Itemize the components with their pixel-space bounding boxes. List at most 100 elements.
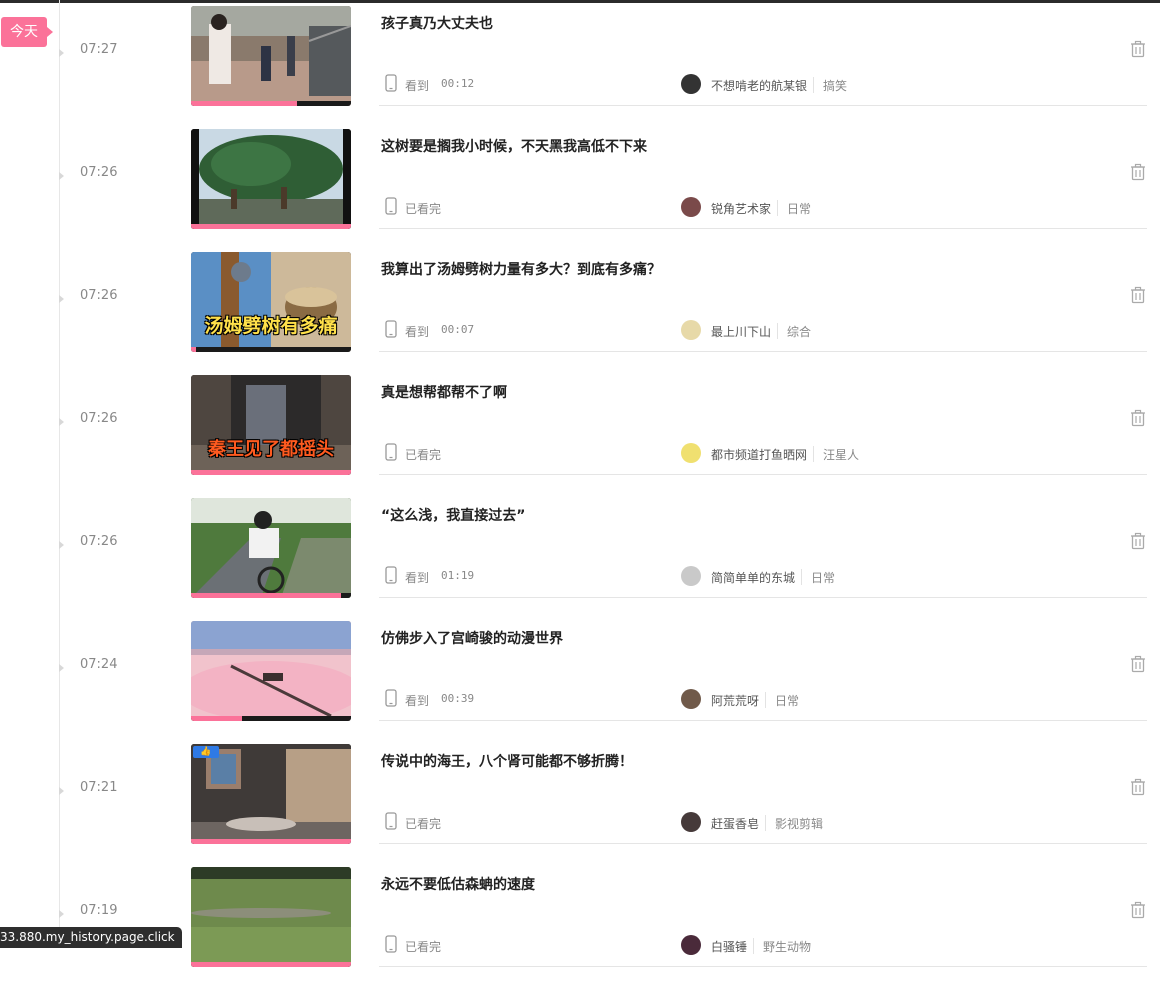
uploader-name[interactable]: 简简单单的东城 [711, 569, 795, 586]
meta-divider [813, 446, 814, 462]
video-title[interactable]: 真是想帮都帮不了啊 [381, 382, 507, 402]
timeline-dot [59, 295, 64, 303]
watch-status: 看到 [405, 79, 430, 93]
video-thumbnail[interactable] [191, 498, 351, 598]
watch-time: 07:27 [80, 42, 118, 57]
meta-divider [777, 323, 778, 339]
phone-icon [385, 812, 397, 834]
video-category[interactable]: 综合 [787, 323, 811, 340]
phone-icon [385, 320, 397, 342]
uploader-name[interactable]: 都市频道打鱼晒网 [711, 446, 807, 463]
video-title[interactable]: 孩子真乃大丈夫也 [381, 13, 493, 33]
video-title[interactable]: 永远不要低估森蚺的速度 [381, 874, 535, 894]
video-category[interactable]: 野生动物 [763, 938, 811, 955]
video-title[interactable]: “这么浅，我直接过去” [381, 505, 525, 525]
video-meta: 已看完 赶蛋香皂 影视剪辑 [381, 812, 1141, 832]
history-item[interactable]: 07:26 “这么浅，我直接过去” 看到 01:19 简简单单的东城 日常 [0, 492, 1160, 615]
video-title[interactable]: 传说中的海王，八个肾可能都不够折腾！ [381, 751, 633, 771]
uploader-name[interactable]: 白骚锤 [711, 938, 747, 955]
video-meta: 看到 00:39 阿荒荒呀 日常 [381, 689, 1141, 709]
trash-icon[interactable] [1129, 778, 1147, 796]
avatar[interactable] [681, 74, 701, 94]
avatar[interactable] [681, 935, 701, 955]
thumbnail-caption: 汤姆劈树有多痛 [204, 315, 338, 337]
video-category[interactable]: 影视剪辑 [775, 815, 823, 832]
video-thumbnail[interactable] [191, 867, 351, 967]
uploader-name[interactable]: 不想啃老的航某银 [711, 77, 807, 94]
meta-divider [801, 569, 802, 585]
video-category[interactable]: 汪星人 [823, 446, 859, 463]
history-item[interactable]: 07:19 永远不要低估森蚺的速度 已看完 白骚锤 野生动物 [0, 861, 1160, 984]
status-bar-url: 33.880.my_history.page.click [0, 927, 182, 948]
meta-divider [753, 938, 754, 954]
history-item[interactable]: 07:24 仿佛步入了宫崎骏的动漫世界 看到 00:39 阿荒荒呀 日常 [0, 615, 1160, 738]
uploader-name[interactable]: 锐角艺术家 [711, 200, 771, 217]
watch-progress-track [191, 470, 351, 475]
phone-icon [385, 197, 397, 219]
watch-status: 已看完 [405, 940, 442, 954]
video-category[interactable]: 搞笑 [823, 77, 847, 94]
video-category[interactable]: 日常 [787, 200, 811, 217]
video-thumbnail[interactable]: 汤姆劈树有多痛 [191, 252, 351, 352]
watch-progress-track [191, 224, 351, 229]
history-item[interactable]: 07:26 汤姆劈树有多痛 我算出了汤姆劈树力量有多大？到底有多痛？ 看到 00… [0, 246, 1160, 369]
trash-icon[interactable] [1129, 655, 1147, 673]
video-thumbnail[interactable]: 秦王见了都摇头 [191, 375, 351, 475]
watch-progress-fill [191, 839, 351, 844]
watch-progress-fill [191, 593, 341, 598]
timeline-dot [59, 664, 64, 672]
avatar[interactable] [681, 443, 701, 463]
timeline-dot [59, 418, 64, 426]
watch-status: 看到 [405, 571, 430, 585]
watch-progress-time: 00:12 [441, 77, 475, 90]
trash-icon[interactable] [1129, 163, 1147, 181]
history-item[interactable]: 07:27 孩子真乃大丈夫也 看到 00:12 不想啃老的航某银 搞笑 [0, 0, 1160, 123]
video-thumbnail[interactable] [191, 129, 351, 229]
row-divider [379, 228, 1147, 229]
video-title[interactable]: 我算出了汤姆劈树力量有多大？到底有多痛？ [381, 259, 661, 279]
row-divider [379, 720, 1147, 721]
uploader-name[interactable]: 阿荒荒呀 [711, 692, 759, 709]
timeline-dot [59, 787, 64, 795]
video-thumbnail[interactable]: 👍 [191, 744, 351, 844]
watch-progress-fill [191, 224, 351, 229]
trash-icon[interactable] [1129, 40, 1147, 58]
watch-time: 07:19 [80, 903, 118, 918]
watch-time: 07:26 [80, 288, 118, 303]
video-category[interactable]: 日常 [775, 692, 799, 709]
history-item[interactable]: 07:26 这树要是搁我小时候，不天黑我高低不下来 已看完 锐角艺术家 日常 [0, 123, 1160, 246]
watch-status: 已看完 [405, 202, 442, 216]
uploader-name[interactable]: 赶蛋香皂 [711, 815, 759, 832]
trash-icon[interactable] [1129, 286, 1147, 304]
watch-progress-time: 00:07 [441, 323, 475, 336]
watch-progress-fill [191, 716, 242, 721]
trash-icon[interactable] [1129, 901, 1147, 919]
trash-icon[interactable] [1129, 532, 1147, 550]
thumbnail-caption: 秦王见了都摇头 [208, 439, 334, 460]
avatar[interactable] [681, 812, 701, 832]
avatar[interactable] [681, 197, 701, 217]
meta-divider [813, 77, 814, 93]
watch-progress-track [191, 962, 351, 967]
video-thumbnail[interactable] [191, 621, 351, 721]
trash-icon[interactable] [1129, 409, 1147, 427]
avatar[interactable] [681, 320, 701, 340]
avatar[interactable] [681, 689, 701, 709]
meta-divider [765, 815, 766, 831]
history-item[interactable]: 07:26 秦王见了都摇头 真是想帮都帮不了啊 已看完 都市频道打鱼晒网 汪星人 [0, 369, 1160, 492]
watch-status: 看到 [405, 694, 430, 708]
uploader-name[interactable]: 最上川下山 [711, 323, 771, 340]
video-title[interactable]: 仿佛步入了宫崎骏的动漫世界 [381, 628, 563, 648]
video-thumbnail[interactable] [191, 6, 351, 106]
watch-status: 已看完 [405, 448, 442, 462]
phone-icon [385, 566, 397, 588]
watch-progress-fill [191, 962, 351, 967]
timeline-dot [59, 910, 64, 918]
meta-divider [765, 692, 766, 708]
row-divider [379, 474, 1147, 475]
video-title[interactable]: 这树要是搁我小时候，不天黑我高低不下来 [381, 136, 647, 156]
avatar[interactable] [681, 566, 701, 586]
video-category[interactable]: 日常 [811, 569, 835, 586]
history-item[interactable]: 07:21 👍 传说中的海王，八个肾可能都不够折腾！ 已看完 赶蛋香皂 影视剪辑 [0, 738, 1160, 861]
row-divider [379, 597, 1147, 598]
